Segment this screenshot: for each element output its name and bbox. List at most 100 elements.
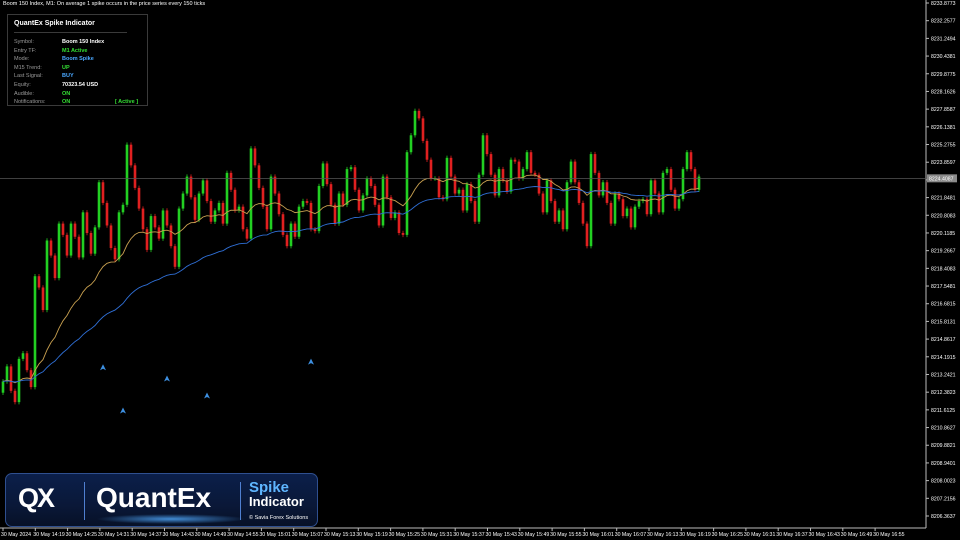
time-tick-label: 30 May 14:19 <box>33 532 65 538</box>
time-tick-label: 30 May 14:49 <box>195 532 227 538</box>
candle-body <box>97 182 101 228</box>
candle-body <box>457 189 461 194</box>
price-tick-label: 8214.8617 <box>931 337 956 343</box>
candle-body <box>557 210 561 222</box>
candle-body <box>61 223 65 235</box>
candle-body <box>9 366 13 391</box>
candles <box>1 108 701 405</box>
price-tick-label: 8217.5481 <box>931 284 956 290</box>
price-tick-label: 8221.8481 <box>931 196 956 202</box>
candle-body <box>341 193 345 205</box>
candle-body <box>381 176 385 226</box>
buy-arrow-icon <box>120 407 126 414</box>
candle-body <box>241 206 245 230</box>
candle-body <box>633 206 637 228</box>
candle-body <box>517 161 521 179</box>
candle-body <box>321 163 325 187</box>
time-tick-label: 30 May 16:37 <box>776 532 808 538</box>
time-tick-label: 30 May 14:43 <box>163 532 195 538</box>
candle-body <box>469 184 473 202</box>
price-tick-label: 8209.8821 <box>931 443 956 449</box>
candle-body <box>53 255 57 279</box>
candle-body <box>229 172 233 190</box>
candle-body <box>509 159 513 192</box>
price-tick-label: 8225.2755 <box>931 143 956 149</box>
price-tick-label: 8231.2494 <box>931 36 956 42</box>
price-tick-label: 8220.8083 <box>931 213 956 219</box>
candle-body <box>465 184 469 211</box>
candle-body <box>165 210 169 226</box>
candle-body <box>545 180 549 213</box>
candle-body <box>473 201 477 222</box>
brand-logo: QX QuantEx Spike Indicator © Savia Forex… <box>5 473 318 527</box>
panel-row-label: Notifications: <box>14 99 46 106</box>
candle-body <box>249 148 253 239</box>
price-tick-label: 8220.1185 <box>931 231 955 237</box>
candle-body <box>65 234 69 256</box>
candle-body <box>89 232 93 254</box>
candle-body <box>285 234 289 247</box>
candle-body <box>549 180 553 202</box>
price-tick-label: 8211.6125 <box>931 408 955 414</box>
price-tick-label: 8208.0023 <box>931 479 956 485</box>
candle-body <box>173 246 177 267</box>
candle-body <box>37 276 41 288</box>
candle-body <box>297 206 301 237</box>
candle-body <box>677 199 681 209</box>
candle-body <box>105 202 109 226</box>
price-tick-label: 8232.2577 <box>931 19 956 25</box>
time-tick-label: 30 May 15:49 <box>518 532 550 538</box>
price-tick-label: 8215.8131 <box>931 319 956 325</box>
candle-body <box>505 180 509 192</box>
candle-body <box>613 193 617 224</box>
candle-body <box>449 157 453 177</box>
candle-body <box>629 208 633 228</box>
candle-body <box>1 381 5 393</box>
price-tick-label: 8229.8775 <box>931 72 956 78</box>
candle-body <box>185 176 189 194</box>
candle-body <box>25 353 29 371</box>
logo-brand-text: QuantEx <box>96 482 212 513</box>
candle-body <box>489 154 493 175</box>
candle-body <box>661 172 665 213</box>
logo-credit: © Savia Forex Solutions <box>249 515 309 521</box>
candle-body <box>149 216 153 250</box>
buy-arrow-icon <box>204 392 210 399</box>
candle-body <box>385 176 389 198</box>
candle-body <box>361 195 365 211</box>
candle-body <box>593 154 597 173</box>
candle-body <box>57 223 61 279</box>
candle-body <box>577 182 581 203</box>
candle-body <box>621 199 625 217</box>
candle-body <box>685 152 689 170</box>
candle-body <box>485 135 489 155</box>
price-tick-label: 8212.3823 <box>931 390 956 396</box>
time-tick-label: 30 May 15:01 <box>259 532 291 538</box>
buy-arrow-icon <box>308 358 314 365</box>
candle-body <box>421 118 425 141</box>
time-tick-label: 30 May 14:25 <box>66 532 98 538</box>
time-tick-label: 30 May 16:25 <box>712 532 744 538</box>
candle-body <box>373 186 377 205</box>
candle-body <box>561 210 565 230</box>
candle-body <box>269 176 273 230</box>
time-tick-label: 30 May 16:31 <box>744 532 776 538</box>
candle-body <box>585 223 589 247</box>
candle-body <box>13 390 17 403</box>
candle-body <box>21 353 25 359</box>
candle-body <box>101 182 105 203</box>
panel-row-value: ON <box>62 99 71 106</box>
candle-body <box>265 206 269 230</box>
price-tick-label: 8210.8627 <box>931 426 956 432</box>
panel-title: QuantEx Spike Indicator <box>14 20 95 27</box>
time-tick-label: 30 May 15:19 <box>356 532 388 538</box>
panel-row-value: 70323.54 USD <box>62 82 99 88</box>
candle-body <box>133 165 137 188</box>
time-tick-label: 30 May 16:13 <box>647 532 679 538</box>
candle-body <box>197 193 201 220</box>
candle-body <box>189 176 193 198</box>
buy-arrow-icon <box>164 375 170 382</box>
candle-body <box>409 135 413 153</box>
time-tick-label: 30 May 15:43 <box>486 532 518 538</box>
price-tick-label: 8223.8597 <box>931 160 956 166</box>
